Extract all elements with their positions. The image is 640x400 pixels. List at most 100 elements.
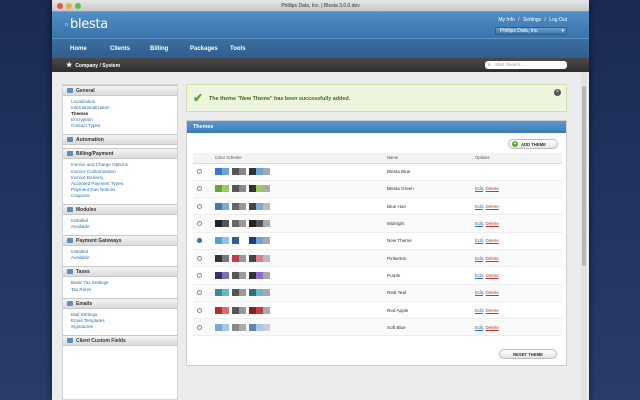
search-input[interactable]: ⌕ Start Search... [485,61,567,69]
section-icon [67,238,73,244]
color-swatch [263,289,270,297]
sidebar-item[interactable]: Coupons [71,193,177,199]
section-icon [67,300,73,306]
edit-link[interactable]: Edit [475,221,483,226]
theme-radio[interactable] [197,238,202,244]
color-swatches [215,202,387,210]
color-swatch [215,202,222,210]
edit-link[interactable]: Edit [475,204,483,209]
table-row: Blesta Green Edit, Delete [193,180,562,199]
top-links: My Info / Settings / Log Out [498,17,567,23]
sidebar-section-header[interactable]: Automation [63,134,177,146]
theme-radio[interactable] [197,255,202,261]
page-scrollbar[interactable] [581,72,587,400]
sidebar-section-header[interactable]: Client Custom Fields [63,334,177,346]
delete-link[interactable]: Delete [485,204,498,209]
scrollbar-thumb[interactable] [582,86,586,266]
table-row: Blesta Blue [193,163,562,181]
sidebar-item[interactable]: Contact Types [71,123,177,129]
settings-link[interactable]: Settings [523,17,541,23]
color-swatch [215,323,222,331]
nav-billing[interactable]: Billing [150,46,190,52]
panel-title: Themes [187,121,566,133]
delete-link[interactable]: Delete [485,221,498,226]
sidebar-item[interactable]: Available [71,224,177,230]
success-alert: ✔ The theme "New Theme" has been success… [186,84,567,112]
edit-link[interactable]: Edit [475,308,483,313]
sidebar-section-header[interactable]: Modules [63,204,177,216]
color-swatch [239,185,246,193]
sidebar-section-items: Localization Internationalization Themes En… [63,96,177,134]
sidebar-section-header[interactable]: Taxes [63,266,177,278]
edit-link[interactable]: Edit [475,290,483,295]
my-info-link[interactable]: My Info [498,17,514,23]
edit-link[interactable]: Edit [475,238,483,243]
edit-link[interactable]: Edit [475,186,483,191]
sidebar-section-header[interactable]: Payment Gateways [63,235,177,247]
reset-theme-button[interactable]: RESET THEME [499,349,557,359]
breadcrumb: ★ Company / System [66,62,121,69]
zoom-window-button[interactable] [75,3,81,9]
log-out-link[interactable]: Log Out [549,17,567,23]
color-swatch [222,323,229,331]
edit-link[interactable]: Edit [475,273,483,278]
color-swatch [222,271,229,279]
edit-link[interactable]: Edit [475,325,483,330]
nav-clients[interactable]: Clients [110,46,150,52]
color-swatch [249,168,256,176]
sidebar-item[interactable]: Tax Rules [71,287,177,293]
sidebar-item[interactable]: Signatures [71,324,177,330]
settings-sidebar: General Localization Internationalization T… [62,84,178,400]
close-window-button[interactable] [57,3,63,9]
theme-radio[interactable] [197,169,202,175]
color-swatch [249,306,256,314]
star-icon[interactable]: ★ [66,62,72,69]
color-swatch [256,289,263,297]
color-swatch [215,220,222,228]
minimize-window-button[interactable] [66,3,72,9]
theme-radio[interactable] [197,324,202,330]
plus-icon: + [512,141,518,147]
color-swatch [222,289,229,297]
color-swatch [239,306,246,314]
color-swatch [232,254,239,262]
delete-link[interactable]: Delete [485,273,498,278]
section-icon [67,137,73,143]
delete-link[interactable]: Delete [485,308,498,313]
sidebar-section-header[interactable]: Emails [63,297,177,309]
company-select[interactable]: Phillips Data, Inc. ▾ [495,27,567,35]
nav-home[interactable]: Home [70,46,110,52]
theme-radio[interactable] [197,203,202,209]
color-swatch [232,220,239,228]
select-column-header [193,153,215,164]
sidebar-section-header[interactable]: Billing/Payment [63,148,177,160]
sidebar-section-header[interactable]: General [63,85,177,96]
theme-radio[interactable] [197,290,202,296]
table-row: New Theme Edit, Delete [193,232,562,250]
theme-radio[interactable] [197,186,202,192]
delete-link[interactable]: Delete [485,186,498,191]
sidebar-item[interactable]: Available [71,255,177,261]
delete-link[interactable]: Delete [485,238,498,243]
sidebar-section-items: Invoice and Charge Options Invoice Custom… [63,159,177,204]
delete-link[interactable]: Delete [485,325,498,330]
table-row: Pinkerton Edit, Delete [193,249,562,268]
color-swatches [215,185,387,193]
add-theme-button[interactable]: + ADD THEME [508,139,558,149]
nav-packages[interactable]: Packages [190,46,230,52]
color-swatch [249,271,256,279]
color-swatch [256,254,263,262]
theme-radio[interactable] [197,272,202,278]
color-swatch [215,271,222,279]
nav-tools[interactable]: Tools [230,46,270,52]
theme-name: Real Teal [387,290,407,296]
close-icon[interactable]: × [554,89,561,96]
sidebar-section-items: Installed Available [63,215,177,235]
color-swatches [215,254,387,262]
blesta-logo[interactable]: ◦blesta [64,17,108,32]
delete-link[interactable]: Delete [485,256,498,261]
edit-link[interactable]: Edit [475,256,483,261]
delete-link[interactable]: Delete [485,290,498,295]
theme-radio[interactable] [197,307,202,313]
theme-radio[interactable] [197,221,202,227]
